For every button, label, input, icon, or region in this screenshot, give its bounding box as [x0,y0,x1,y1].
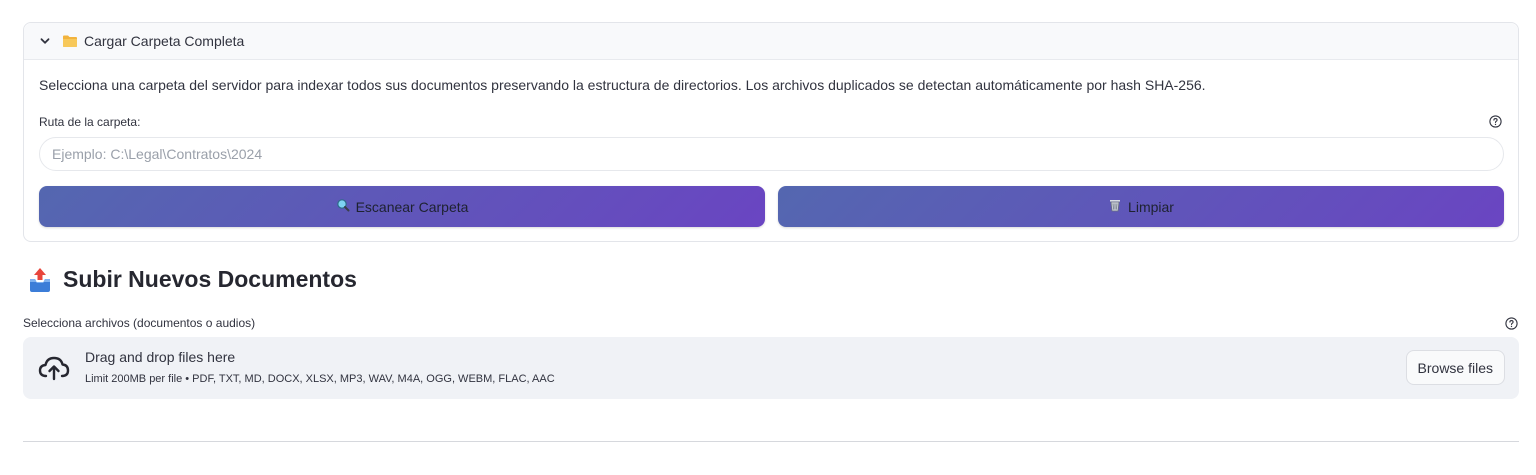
cloud-upload-icon [37,354,71,382]
help-icon[interactable] [1505,317,1518,330]
wastebasket-icon [1108,198,1122,215]
uploader-label: Selecciona archivos (documentos o audios… [23,316,256,330]
dropzone-limits: Limit 200MB per file • PDF, TXT, MD, DOC… [85,373,555,385]
outbox-tray-icon [28,267,52,293]
expander-description: Selecciona una carpeta del servidor para… [39,77,1206,93]
page-title: Subir Nuevos Documentos [63,266,357,292]
help-icon[interactable] [1489,115,1502,128]
clear-label: Limpiar [1128,198,1174,215]
file-dropzone[interactable]: Drag and drop files here Limit 200MB per… [23,337,1519,399]
folder-upload-expander: Cargar Carpeta Completa Selecciona una c… [23,22,1519,242]
dropzone-title: Drag and drop files here [85,349,236,365]
scan-folder-label: Escanear Carpeta [355,198,469,215]
divider [23,441,1519,442]
folder-path-label: Ruta de la carpeta: [39,115,141,129]
browse-files-button[interactable]: Browse files [1405,350,1505,385]
folder-icon [62,34,78,48]
expander-header[interactable]: Cargar Carpeta Completa [24,23,1518,60]
section-heading: Subir Nuevos Documentos [28,266,357,293]
clear-button[interactable]: Limpiar [778,186,1504,227]
expander-title: Cargar Carpeta Completa [84,33,245,49]
folder-path-input[interactable] [39,137,1504,171]
scan-folder-button[interactable]: Escanear Carpeta [39,186,765,227]
chevron-down-icon[interactable] [38,34,52,48]
magnifier-icon [336,198,350,215]
